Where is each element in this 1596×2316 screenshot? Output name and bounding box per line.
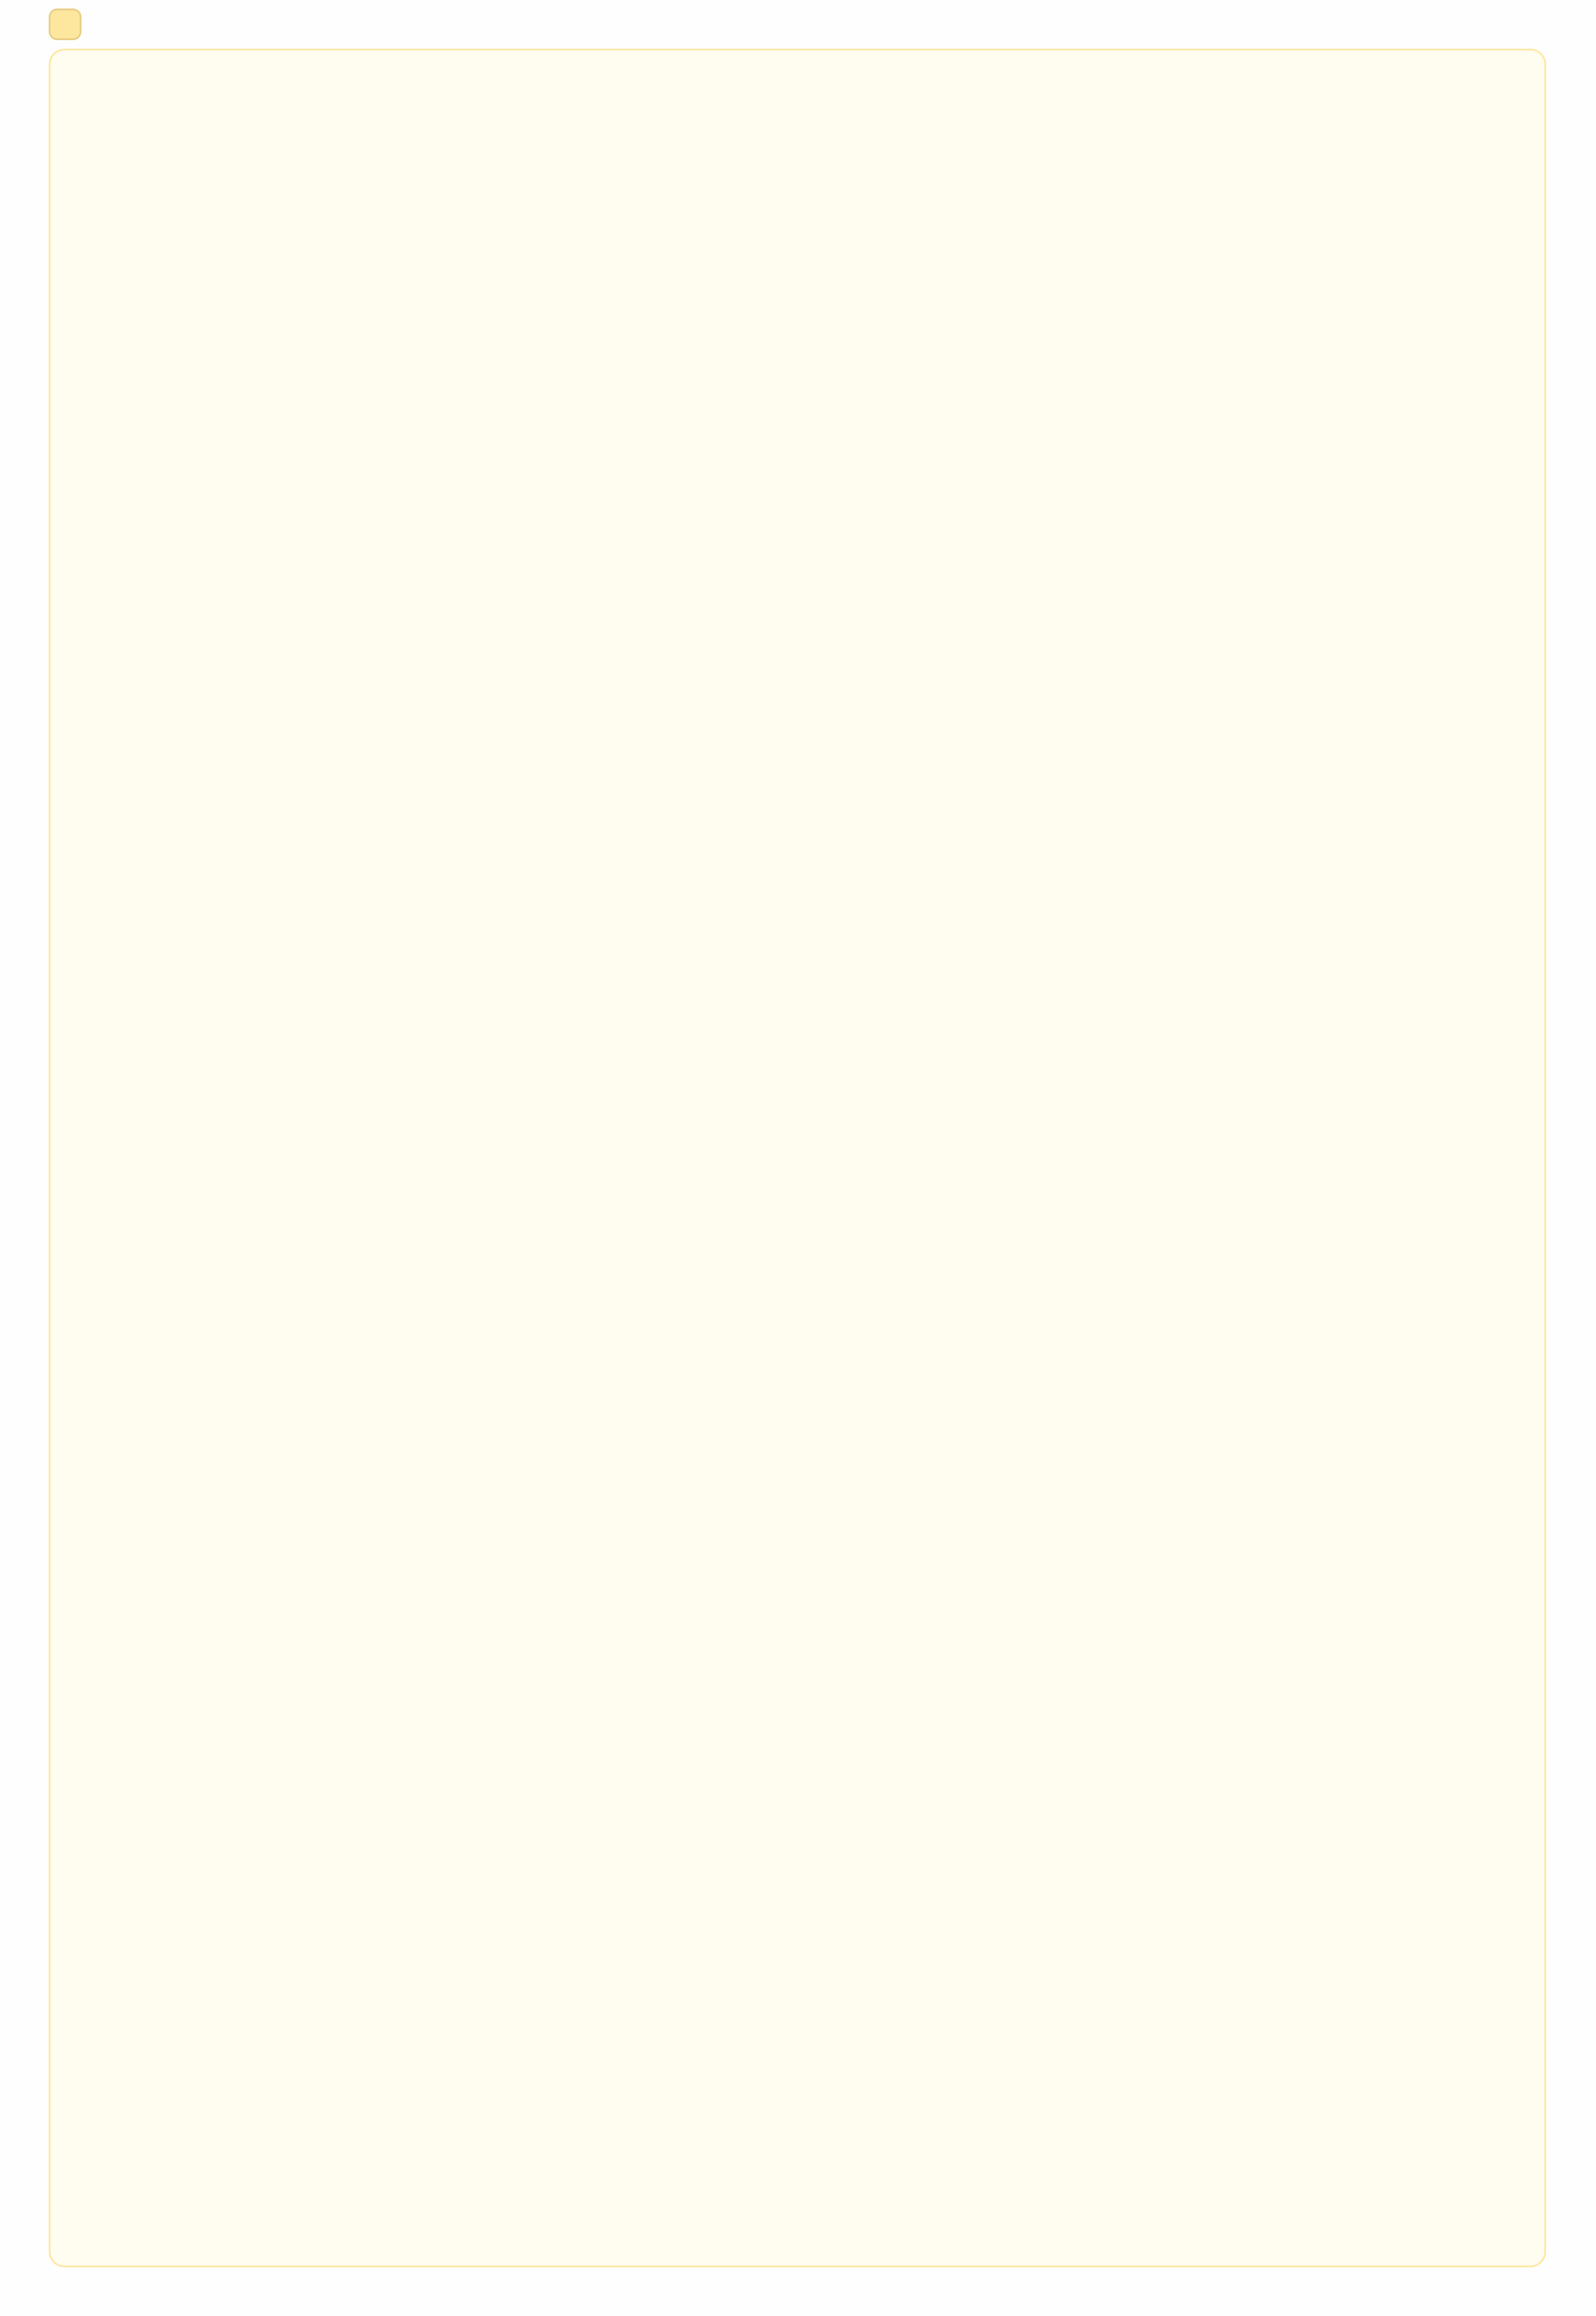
dependency-graph [0, 0, 1596, 2316]
